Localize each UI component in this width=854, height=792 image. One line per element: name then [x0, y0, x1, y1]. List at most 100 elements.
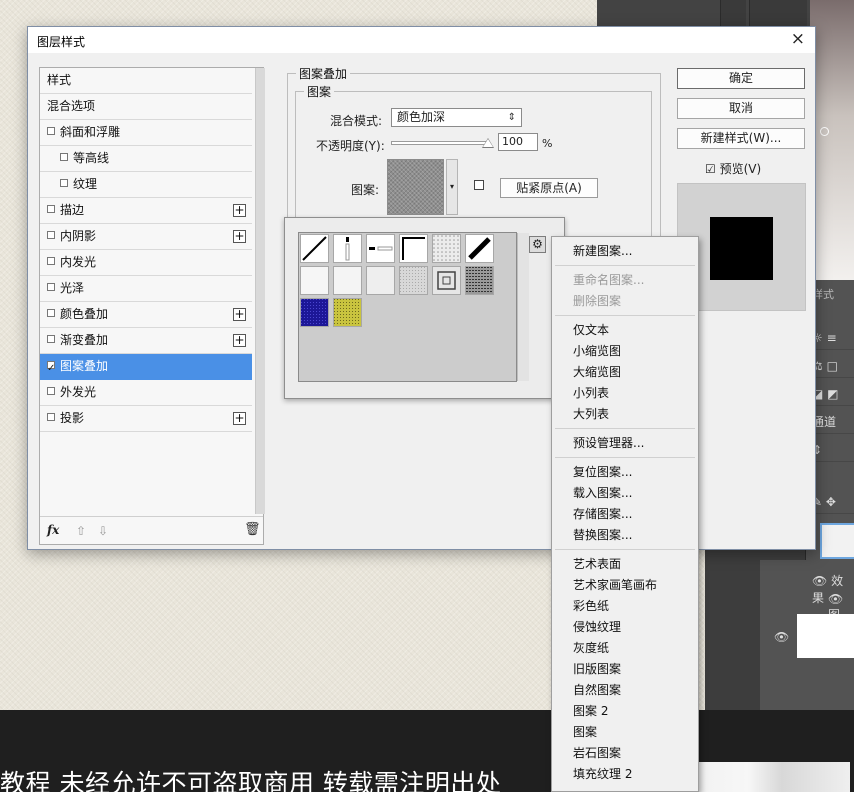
- pattern-tile[interactable]: [333, 298, 362, 327]
- checkbox-icon[interactable]: [47, 387, 55, 395]
- color-picker-gradient[interactable]: [810, 0, 854, 290]
- styles-list: 样式混合选项斜面和浮雕等高线纹理描边 + 内阴影 + 内发光光泽颜色叠加 + 渐变叠加 + 图案…: [39, 67, 265, 545]
- close-icon[interactable]: ×: [791, 29, 805, 49]
- style-list-item[interactable]: 投影 +: [40, 406, 252, 432]
- menu-item[interactable]: 小列表: [552, 383, 698, 404]
- add-icon[interactable]: +: [233, 334, 246, 347]
- menu-item[interactable]: 侵蚀纹理: [552, 617, 698, 638]
- pattern-tile[interactable]: [432, 234, 461, 263]
- menu-item[interactable]: 艺术表面: [552, 554, 698, 575]
- gear-icon[interactable]: ⚙: [529, 236, 546, 253]
- pattern-tile[interactable]: [465, 266, 494, 295]
- style-list-item[interactable]: 内发光: [40, 250, 252, 276]
- checkbox-icon[interactable]: [47, 257, 55, 265]
- move-up-icon[interactable]: ⇧: [76, 524, 86, 538]
- style-list-item[interactable]: 外发光: [40, 380, 252, 406]
- menu-item[interactable]: 复位图案...: [552, 462, 698, 483]
- checkbox-icon[interactable]: [47, 413, 55, 421]
- menu-item[interactable]: 灰度纸: [552, 638, 698, 659]
- styles-list-scrollbar[interactable]: [255, 68, 265, 514]
- style-list-item[interactable]: 纹理: [40, 172, 252, 198]
- checkbox-icon[interactable]: [47, 335, 55, 343]
- add-icon[interactable]: +: [233, 230, 246, 243]
- style-list-item[interactable]: 颜色叠加 +: [40, 302, 252, 328]
- style-list-item[interactable]: 描边 +: [40, 198, 252, 224]
- style-list-item[interactable]: 混合选项: [40, 94, 252, 120]
- move-down-icon[interactable]: ⇩: [98, 524, 108, 538]
- menu-item[interactable]: 艺术家画笔画布: [552, 575, 698, 596]
- pattern-dropdown-arrow-icon[interactable]: ▾: [446, 159, 458, 215]
- pattern-tile[interactable]: [465, 234, 494, 263]
- preview-checkbox[interactable]: ☑ 预览(V): [705, 160, 761, 177]
- dialog-titlebar[interactable]: 图层样式 ×: [28, 27, 815, 53]
- pattern-tile[interactable]: [366, 266, 395, 295]
- pattern-tile[interactable]: [333, 266, 362, 295]
- menu-item[interactable]: 预设管理器...: [552, 433, 698, 454]
- checkbox-icon[interactable]: [47, 231, 55, 239]
- menu-item[interactable]: 图案 2: [552, 701, 698, 722]
- pattern-tile[interactable]: [399, 266, 428, 295]
- ok-button[interactable]: 确定: [677, 68, 805, 89]
- checkbox-icon[interactable]: [47, 205, 55, 213]
- pattern-tile[interactable]: [366, 234, 395, 263]
- menu-separator: [555, 265, 695, 266]
- layer-thumbnail[interactable]: [797, 614, 854, 658]
- checkbox-icon[interactable]: [60, 179, 68, 187]
- checkbox-icon[interactable]: [47, 356, 55, 381]
- checkbox-icon[interactable]: [47, 309, 55, 317]
- menu-item[interactable]: 图案: [552, 722, 698, 743]
- checkbox-icon[interactable]: [60, 153, 68, 161]
- subgroup-title: 图案: [304, 83, 335, 100]
- style-list-item[interactable]: 内阴影 +: [40, 224, 252, 250]
- style-list-item[interactable]: 渐变叠加 +: [40, 328, 252, 354]
- pattern-tile[interactable]: [300, 234, 329, 263]
- add-icon[interactable]: +: [233, 204, 246, 217]
- pattern-tile[interactable]: [399, 234, 428, 263]
- menu-item[interactable]: 岩石图案: [552, 743, 698, 764]
- eye-icon[interactable]: 👁: [812, 574, 831, 588]
- checkbox-icon[interactable]: [47, 283, 55, 291]
- eye-icon[interactable]: 👁: [828, 592, 843, 606]
- checkbox-icon[interactable]: [47, 127, 55, 135]
- opacity-input[interactable]: 100: [498, 133, 538, 151]
- pattern-swatch[interactable]: [387, 159, 444, 215]
- snap-origin-button[interactable]: 贴紧原点(A): [500, 178, 598, 198]
- style-list-item[interactable]: 样式: [40, 68, 252, 94]
- cancel-button[interactable]: 取消: [677, 98, 805, 119]
- menu-item[interactable]: 小缩览图: [552, 341, 698, 362]
- menu-item[interactable]: 替换图案...: [552, 525, 698, 546]
- menu-item: 删除图案: [573, 294, 622, 308]
- menu-item[interactable]: 旧版图案: [552, 659, 698, 680]
- pattern-grid-scrollbar[interactable]: [517, 233, 529, 381]
- new-style-button[interactable]: 新建样式(W)...: [677, 128, 805, 149]
- add-icon[interactable]: +: [233, 412, 246, 425]
- style-list-item-label: 样式: [47, 73, 72, 87]
- menu-item[interactable]: 仅文本: [552, 320, 698, 341]
- pattern-tile[interactable]: [432, 266, 461, 295]
- fx-icon[interactable]: fx: [47, 523, 59, 537]
- menu-item[interactable]: 大列表: [552, 404, 698, 425]
- dialog-title: 图层样式: [37, 35, 86, 49]
- add-icon[interactable]: +: [233, 308, 246, 321]
- menu-item[interactable]: 彩色纸: [552, 596, 698, 617]
- menu-item[interactable]: 存储图案...: [552, 504, 698, 525]
- menu-item[interactable]: 自然图案: [552, 680, 698, 701]
- new-preset-icon[interactable]: [474, 180, 484, 190]
- menu-item[interactable]: 填充纹理 2: [552, 764, 698, 785]
- opacity-slider[interactable]: [391, 141, 488, 145]
- layer-thumbnail[interactable]: [820, 523, 854, 559]
- pattern-tile[interactable]: [300, 266, 329, 295]
- opacity-slider-thumb[interactable]: [482, 138, 494, 148]
- menu-item[interactable]: 新建图案...: [552, 241, 698, 262]
- style-list-item[interactable]: 等高线: [40, 146, 252, 172]
- style-list-item[interactable]: 光泽: [40, 276, 252, 302]
- pattern-tile[interactable]: [333, 234, 362, 263]
- trash-icon[interactable]: 🗑: [244, 522, 261, 537]
- blend-mode-select[interactable]: 颜色加深 ⇕: [391, 108, 522, 127]
- pattern-tile[interactable]: [300, 298, 329, 327]
- menu-item[interactable]: 大缩览图: [552, 362, 698, 383]
- style-list-item-label: 斜面和浮雕: [60, 125, 121, 139]
- style-list-item[interactable]: 斜面和浮雕: [40, 120, 252, 146]
- menu-item[interactable]: 载入图案...: [552, 483, 698, 504]
- style-list-item[interactable]: 图案叠加: [40, 354, 252, 381]
